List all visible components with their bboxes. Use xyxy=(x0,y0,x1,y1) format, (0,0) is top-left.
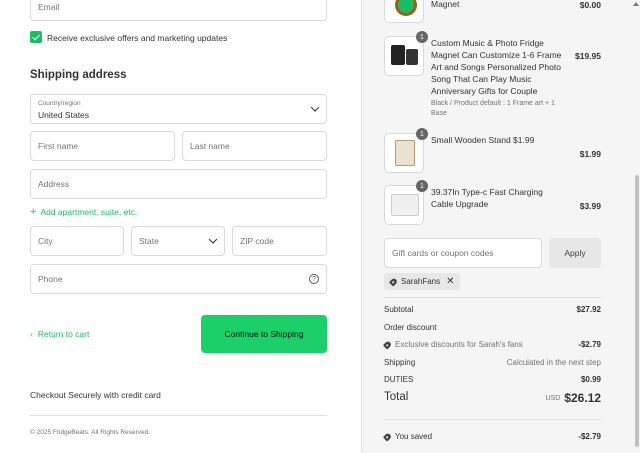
cart-item-thumbnail: 1 xyxy=(384,128,428,173)
email-placeholder: Email xyxy=(38,2,60,12)
cart-item-thumbnail: 1 xyxy=(384,180,428,225)
you-saved-row: You saved -$2.79 xyxy=(382,432,601,442)
chevron-down-icon xyxy=(310,103,320,112)
state-select[interactable]: State xyxy=(131,226,225,256)
offers-label: Receive exclusive offers and marketing u… xyxy=(47,33,228,43)
country-value: United States xyxy=(38,110,90,120)
tag-icon xyxy=(382,432,393,442)
saved-value: -$2.79 xyxy=(578,432,601,441)
close-icon[interactable]: ✕ xyxy=(446,276,454,287)
cart-item-title: 39.37In Type-c Fast Charging Cable Upgra… xyxy=(431,187,543,209)
duties-label: DUTIES xyxy=(384,375,414,384)
checkout-form-panel: Email Receive exclusive offers and marke… xyxy=(0,0,361,453)
subtotal-label: Subtotal xyxy=(384,305,414,314)
phone-placeholder: Phone xyxy=(38,274,63,284)
discount-label: Order discount xyxy=(384,323,437,332)
add-apartment-label: Add apartment, suite, etc. xyxy=(40,207,138,217)
cart-item-price: $0.00 xyxy=(579,0,601,10)
secure-checkout-text: Checkout Securely with credit card xyxy=(30,390,161,400)
coupon-placeholder: Gift cards or coupon codes xyxy=(392,248,494,258)
shipping-heading: Shipping address xyxy=(30,69,127,81)
discount-detail-row: Exclusive discounts for Sarah's fans -$2… xyxy=(382,340,601,350)
frame-art-image-icon xyxy=(391,45,405,65)
apply-label: Apply xyxy=(564,248,586,258)
quantity-badge: 1 xyxy=(416,31,428,43)
tag-icon xyxy=(388,276,399,287)
discount-detail: Exclusive discounts for Sarah's fans xyxy=(395,340,523,349)
email-field[interactable]: Email xyxy=(30,0,327,21)
country-label: Country/region xyxy=(38,100,81,107)
cable-image-icon xyxy=(391,194,419,216)
shipping-label: Shipping xyxy=(384,358,416,367)
total-label: Total xyxy=(384,391,409,403)
add-apartment-link[interactable]: + Add apartment, suite, etc. xyxy=(30,206,138,218)
first-name-placeholder: First name xyxy=(38,141,79,151)
discount-value: -$2.79 xyxy=(578,340,601,349)
cart-item-thumbnail xyxy=(384,0,424,23)
subtotal-row: Subtotal $27.92 xyxy=(384,305,601,314)
country-select[interactable]: Country/region United States xyxy=(30,94,327,124)
state-placeholder: State xyxy=(139,236,159,246)
saved-label: You saved xyxy=(395,432,433,441)
plus-icon: + xyxy=(30,206,37,218)
footer-divider xyxy=(30,415,327,416)
first-name-field[interactable]: First name xyxy=(30,131,175,161)
apply-coupon-button[interactable]: Apply xyxy=(549,238,601,268)
shipping-value: Calculated in the next step xyxy=(506,358,601,367)
help-icon[interactable]: ? xyxy=(309,274,319,284)
city-field[interactable]: City xyxy=(30,226,124,256)
applied-code-label: SarahFans xyxy=(401,277,441,286)
city-placeholder: City xyxy=(38,236,53,246)
scroll-up-arrow-icon[interactable] xyxy=(633,2,639,6)
phone-field[interactable]: Phone ? xyxy=(30,264,327,294)
total-currency: USD xyxy=(545,394,561,402)
subtotal-value: $27.92 xyxy=(576,305,601,314)
duties-row: DUTIES $0.99 xyxy=(384,375,601,384)
wooden-stand-image-icon xyxy=(395,140,415,166)
quantity-badge: 1 xyxy=(416,180,428,192)
base-image-icon xyxy=(406,49,418,65)
address-placeholder: Address xyxy=(38,179,70,189)
total-amount: USD $26.12 xyxy=(546,391,601,405)
chevron-down-icon xyxy=(208,235,218,244)
address-field[interactable]: Address xyxy=(30,169,327,199)
return-to-cart-label: Return to cart xyxy=(37,329,90,339)
cart-item-price: $3.99 xyxy=(579,201,601,211)
magnet-image-icon xyxy=(395,0,417,16)
order-discount-row: Order discount xyxy=(384,323,601,332)
continue-to-shipping-button[interactable]: Continue to Shipping xyxy=(201,315,327,353)
zip-field[interactable]: ZIP code xyxy=(232,226,327,256)
cart-item-title: Magnet xyxy=(431,0,460,9)
quantity-badge: 1 xyxy=(416,128,428,140)
offers-checkbox[interactable] xyxy=(30,31,42,43)
chevron-left-icon: ‹ xyxy=(30,329,33,339)
last-name-field[interactable]: Last name xyxy=(182,131,327,161)
cart-item-title: Small Wooden Stand $1.99 xyxy=(431,135,535,145)
coupon-input[interactable]: Gift cards or coupon codes xyxy=(384,238,542,268)
total-row: Total USD $26.12 xyxy=(384,391,601,407)
cart-item-variant: Black / Product default : 1 Frame art + … xyxy=(431,100,555,117)
total-value: $26.12 xyxy=(564,391,601,405)
return-to-cart-link[interactable]: ‹ Return to cart xyxy=(30,329,89,339)
summary-divider xyxy=(384,297,601,298)
applied-coupon-chip: SarahFans ✕ xyxy=(384,273,460,290)
duties-value: $0.99 xyxy=(580,375,601,384)
cart-item-thumbnail: 1 xyxy=(384,31,428,76)
scrollbar-thumb[interactable] xyxy=(635,175,639,447)
cart-item-price: $1.99 xyxy=(579,149,601,159)
saved-divider xyxy=(384,419,601,420)
last-name-placeholder: Last name xyxy=(190,141,230,151)
cart-item-price: $19.95 xyxy=(575,51,601,61)
tag-icon xyxy=(382,340,393,350)
cart-item-title: Custom Music & Photo Fridge Magnet Can C… xyxy=(431,38,562,96)
shipping-row: Shipping Calculated in the next step xyxy=(384,358,601,367)
copyright-text: © 2025 FridgeBeats. All Rights Reserved. xyxy=(30,429,151,436)
zip-placeholder: ZIP code xyxy=(240,236,274,246)
continue-label: Continue to Shipping xyxy=(224,329,304,339)
